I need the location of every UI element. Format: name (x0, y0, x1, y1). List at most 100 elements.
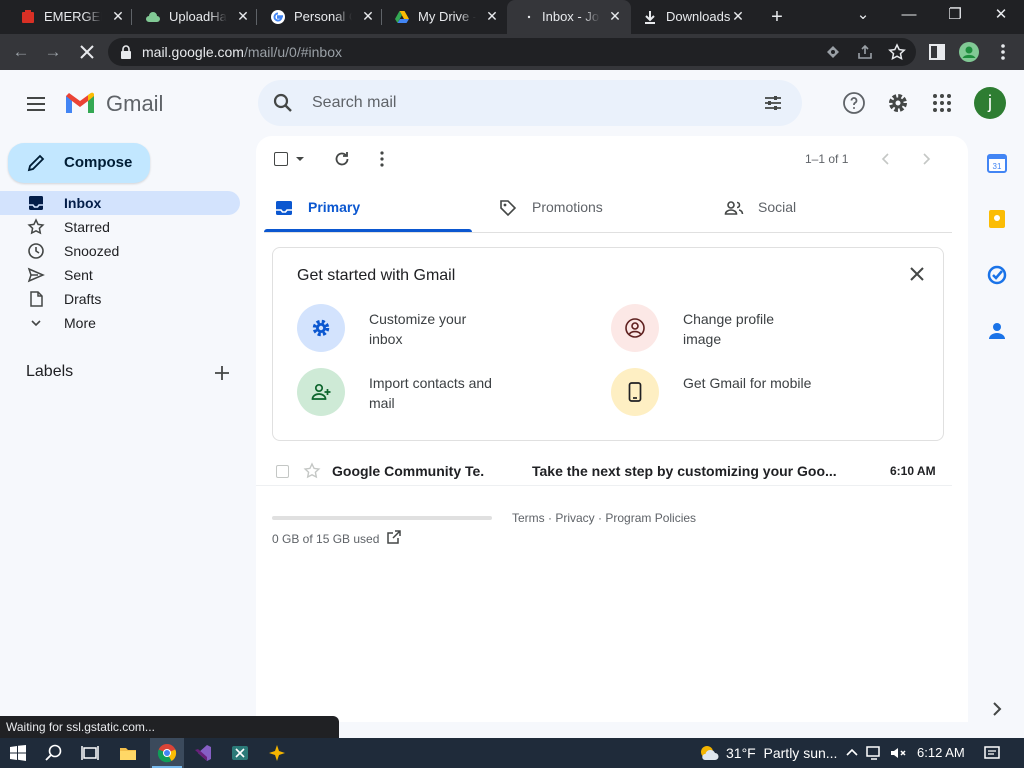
tab-close-icon[interactable]: ✕ (484, 8, 500, 24)
close-window-button[interactable]: ✕ (990, 4, 1012, 26)
main-menu-icon[interactable] (24, 92, 48, 116)
sidebar-item-starred[interactable]: Starred (0, 215, 240, 239)
email-sender: Google Community Te. (332, 463, 485, 479)
side-panel-icon[interactable] (926, 41, 948, 63)
weather-partly-sunny-icon[interactable] (698, 743, 720, 763)
task-view-icon[interactable] (80, 743, 100, 763)
visual-studio-icon[interactable] (193, 743, 213, 763)
url-host: mail.google.com (142, 44, 244, 60)
back-arrow-icon[interactable]: ← (10, 41, 32, 63)
windows-start-icon[interactable] (8, 743, 28, 763)
taskbar-search-icon[interactable] (44, 743, 64, 763)
tab-close-icon[interactable]: ✕ (110, 8, 126, 24)
lock-icon[interactable] (118, 44, 134, 60)
browser-tab-inbox[interactable]: Inbox - Joe ✕ (507, 0, 631, 34)
star-icon (27, 218, 45, 235)
search-input[interactable] (312, 93, 712, 113)
search-icon[interactable] (272, 92, 294, 114)
new-tab-button[interactable]: + (766, 6, 788, 28)
gmail-logo-icon[interactable] (64, 90, 96, 116)
minimize-button[interactable]: — (898, 4, 920, 26)
sidebar-item-snoozed[interactable]: Snoozed (0, 239, 240, 263)
tab-close-icon[interactable]: ✕ (730, 8, 746, 24)
close-icon[interactable] (907, 264, 927, 284)
stop-loading-icon[interactable] (76, 41, 98, 63)
snipping-tool-icon[interactable] (230, 743, 250, 763)
address-bar[interactable]: mail.google.com/mail/u/0/#inbox (108, 38, 916, 66)
browser-tab-emergency[interactable]: EMERGENCY ✕ (0, 0, 132, 34)
tab-close-icon[interactable]: ✕ (235, 8, 251, 24)
tab-primary[interactable]: Primary (264, 178, 472, 232)
browser-tab-downloads[interactable]: Downloads ✕ (632, 0, 756, 34)
select-all-checkbox[interactable] (274, 150, 308, 170)
account-avatar[interactable]: j (974, 87, 1006, 119)
show-side-panel-chevron-icon[interactable] (986, 698, 1008, 720)
sidebar-item-label: Drafts (64, 291, 102, 307)
volume-muted-icon[interactable] (888, 743, 908, 763)
file-explorer-icon[interactable] (118, 743, 138, 763)
program-policies-link[interactable]: Program Policies (605, 511, 696, 525)
sidebar-item-label: More (64, 315, 96, 331)
search-bar[interactable] (258, 80, 802, 126)
sidebar-item-more[interactable]: More (0, 311, 240, 335)
sidebar-item-sent[interactable]: Sent (0, 263, 240, 287)
chevron-left-icon[interactable] (876, 149, 896, 169)
browser-tab-personal[interactable]: Personal Cl ✕ (250, 0, 382, 34)
google-contacts-icon[interactable] (986, 320, 1008, 342)
sidebar-item-drafts[interactable]: Drafts (0, 287, 240, 311)
google-apps-grid-icon[interactable] (930, 91, 954, 115)
profile-avatar-icon[interactable] (958, 41, 980, 63)
more-options-icon[interactable] (372, 149, 392, 169)
row-checkbox[interactable] (276, 465, 289, 478)
compose-button[interactable]: Compose (8, 143, 150, 183)
star-icon[interactable] (303, 462, 321, 480)
tab-social[interactable]: Social (714, 178, 922, 232)
email-row[interactable]: Google Community Te. Take the next step … (256, 456, 952, 486)
settings-gear-icon[interactable] (886, 91, 910, 115)
email-time: 6:10 AM (890, 464, 936, 478)
more-vert-icon[interactable] (992, 41, 1014, 63)
google-tasks-icon[interactable] (986, 264, 1008, 286)
forward-arrow-icon[interactable]: → (42, 41, 64, 63)
bookmark-star-icon[interactable] (888, 43, 906, 61)
tab-promotions[interactable]: Promotions (488, 178, 696, 232)
google-keep-icon[interactable] (986, 208, 1008, 230)
pagination-count: 1–1 of 1 (805, 152, 849, 166)
emergency-red-icon (22, 10, 34, 23)
weather-text[interactable]: 31°F Partly sun... (726, 745, 837, 761)
tab-label: Primary (308, 199, 361, 215)
gmail-brand-text[interactable]: Gmail (106, 91, 163, 117)
help-icon[interactable] (842, 91, 866, 115)
add-person-icon (311, 383, 331, 400)
get-gmail-mobile-item[interactable]: Get Gmail for mobile (611, 368, 891, 420)
restore-button[interactable]: ❐ (944, 4, 966, 26)
share-icon[interactable] (856, 43, 874, 61)
refresh-icon[interactable] (332, 149, 352, 169)
external-link-icon[interactable] (386, 529, 402, 545)
privacy-link[interactable]: Privacy (555, 511, 594, 525)
network-icon[interactable] (864, 743, 884, 763)
google-calendar-icon[interactable]: 31 (986, 152, 1008, 174)
profile-icon (625, 318, 645, 338)
import-contacts-item[interactable]: Import contacts and mail (297, 368, 577, 420)
browser-tab-uploadhaven[interactable]: UploadHaven ✕ (125, 0, 257, 34)
browser-tab-my-drive[interactable]: My Drive - ✕ (374, 0, 506, 34)
chevron-right-icon[interactable] (916, 149, 936, 169)
view-site-info-eye-icon[interactable] (824, 43, 842, 61)
windows-taskbar: 31°F Partly sun... 6:12 AM (0, 738, 1024, 768)
sidebar-item-inbox[interactable]: Inbox (0, 191, 240, 215)
tab-close-icon[interactable]: ✕ (607, 8, 623, 24)
tray-chevron-up-icon[interactable] (842, 743, 862, 763)
sparkle-app-icon[interactable] (267, 743, 287, 763)
notifications-icon[interactable] (982, 743, 1002, 763)
search-options-icon[interactable] (762, 92, 784, 114)
sidebar-item-label: Sent (64, 267, 93, 283)
terms-link[interactable]: Terms (512, 511, 545, 525)
tab-search-chevron-icon[interactable]: ⌄ (852, 4, 874, 26)
change-profile-image-item[interactable]: Change profile image (611, 304, 891, 356)
taskbar-clock[interactable]: 6:12 AM (917, 745, 965, 760)
chrome-taskbar-icon[interactable] (157, 743, 177, 763)
add-label-plus-icon[interactable] (212, 363, 232, 383)
tag-icon (500, 200, 517, 217)
customize-inbox-item[interactable]: Customize your inbox (297, 304, 577, 356)
